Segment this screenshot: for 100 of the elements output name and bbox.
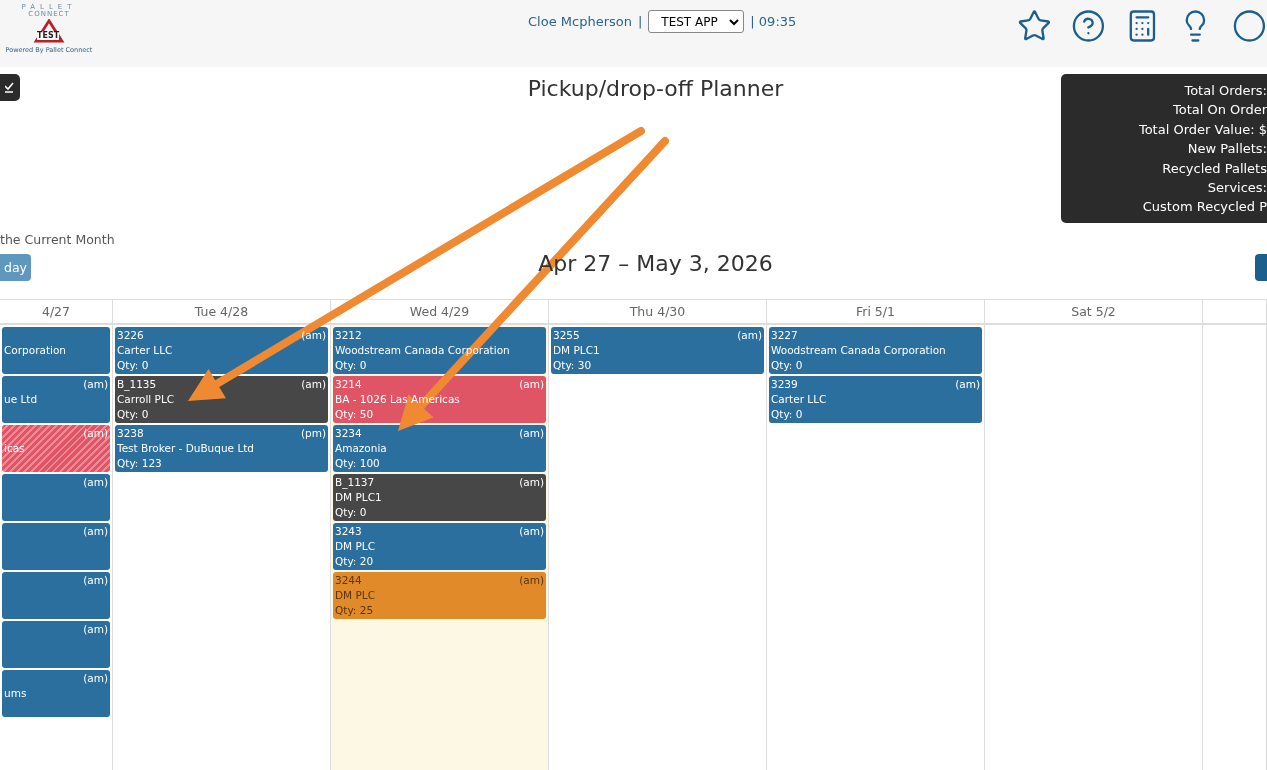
time-slot: (am) [83,671,108,686]
event-card[interactable]: (am) [2,474,110,521]
triangle-icon [33,19,65,43]
quantity: Qty: 30 [553,358,593,373]
customer-name: Carter LLC [117,343,174,358]
circle-icon[interactable] [1232,8,1267,44]
customer-name: icas [4,441,26,456]
quantity: Qty: 20 [335,554,375,569]
app-select[interactable]: TEST APP [648,10,745,33]
event-card[interactable]: (am) [2,621,110,668]
customer-name: ums [4,686,28,701]
event-card[interactable]: 3238 (pm) Test Broker - DuBuque Ltd Qty: 123 [115,425,328,472]
time-slot: (am) [737,328,762,343]
clock-time: | 09:35 [750,14,797,29]
event-card[interactable]: 3243 (am) DM PLC Qty: 20 [333,523,546,570]
customer-name: BA - 1026 Las Americas [335,392,461,407]
quantity: Qty: 25 [335,603,375,618]
day-header: Tue 4/28 [194,304,249,319]
time-slot: (am) [519,377,544,392]
event-card[interactable]: (am) [2,572,110,619]
event-card[interactable]: (am) icas [2,425,110,472]
day-header: Wed 4/29 [409,304,470,319]
time-slot: (am) [83,524,108,539]
customer-name: DM PLC1 [335,490,383,505]
check-icon [5,81,15,94]
event-card[interactable]: 3214 (am) BA - 1026 Las Americas Qty: 50 [333,376,546,423]
order-id: 3243 [335,524,362,539]
quantity: Qty: 0 [771,358,804,373]
quantity: Qty: 123 [117,456,163,471]
time-slot: (am) [301,377,326,392]
order-id: 3244 [335,573,362,588]
event-card[interactable]: (am) ums [2,670,110,717]
event-card[interactable]: 3234 (am) Amazonia Qty: 100 [333,425,546,472]
stat-label: Total Order Value: $ [1138,120,1267,139]
customer-name: DM PLC [335,539,376,554]
time-slot: (am) [83,426,108,441]
customer-name: Woodstream Canada Corporation [771,343,947,358]
event-card[interactable]: 3255 (am) DM PLC1 Qty: 30 [551,327,764,374]
separator: | [637,14,643,29]
day-header: Fri 5/1 [856,304,895,319]
customer-name: DM PLC1 [553,343,601,358]
event-card[interactable]: Corporation [2,327,110,374]
order-id: 3227 [771,328,798,343]
page-title: Pickup/drop-off Planner [526,76,785,103]
day-header: Sat 5/2 [1071,304,1116,319]
logo-badge: TEST [37,31,60,40]
month-note: the Current Month [0,232,116,247]
order-id: 3238 [117,426,144,441]
today-button[interactable]: day [0,254,31,281]
quantity: Qty: 0 [117,407,150,422]
stat-label: New Pallets: [1187,140,1267,159]
event-card[interactable]: (am) [2,523,110,570]
event-card[interactable]: 3226 (am) Carter LLC Qty: 0 [115,327,328,374]
quantity: Qty: 100 [335,456,381,471]
customer-name: Amazonia [335,441,388,456]
time-slot: (am) [519,426,544,441]
time-slot: (am) [519,573,544,588]
time-slot: (am) [519,475,544,490]
event-card[interactable]: 3227 Woodstream Canada Corporation Qty: 0 [769,327,982,374]
stat-label: Total On Order [1172,101,1267,120]
user-name[interactable]: Cloe Mcpherson [528,14,632,29]
customer-name: Carter LLC [771,392,828,407]
quantity: Qty: 50 [335,407,375,422]
time-slot: (am) [519,524,544,539]
time-slot: (am) [83,622,108,637]
order-id: 3239 [771,377,798,392]
event-card[interactable]: B_1137 (am) DM PLC1 Qty: 0 [333,474,546,521]
time-slot: (am) [955,377,980,392]
day-header: Thu 4/30 [629,304,686,319]
help-icon[interactable] [1070,8,1106,44]
time-slot: (am) [83,573,108,588]
time-slot: (pm) [300,426,326,441]
customer-name: Corporation [4,343,68,358]
stat-label: Total Orders: [1184,82,1267,100]
chevron-down-icon [729,17,740,26]
order-id: 3212 [335,328,362,343]
order-id: B_1137 [335,475,375,490]
quantity: Qty: 0 [335,358,368,373]
customer-name: Test Broker - DuBuque Ltd [117,441,256,456]
customer-name: Carroll PLC [117,392,176,407]
quantity: Qty: 0 [335,505,368,520]
day-header: 4/27 [41,304,71,319]
event-card[interactable]: B_1135 (am) Carroll PLC Qty: 0 [115,376,328,423]
quantity: Qty: 0 [117,358,150,373]
order-id: 3226 [117,328,144,343]
event-card[interactable]: (am) ue Ltd [2,376,110,423]
customer-name: ue Ltd [4,392,39,407]
customer-name: DM PLC [335,588,376,603]
stat-label: Recycled Pallets [1162,159,1267,178]
time-slot: (am) [83,377,108,392]
order-id: 3234 [335,426,362,441]
event-card[interactable]: 3244 (am) DM PLC Qty: 25 [333,572,546,619]
order-id: 3255 [553,328,580,343]
toolbar-button[interactable] [0,74,20,101]
quantity: Qty: 0 [771,407,804,422]
event-card[interactable]: 3239 (am) Carter LLC Qty: 0 [769,376,982,423]
time-slot: (am) [301,328,326,343]
stat-label: Services: [1207,179,1267,198]
stat-label: Custom Recycled P [1142,198,1267,217]
order-id: 3214 [335,377,362,392]
